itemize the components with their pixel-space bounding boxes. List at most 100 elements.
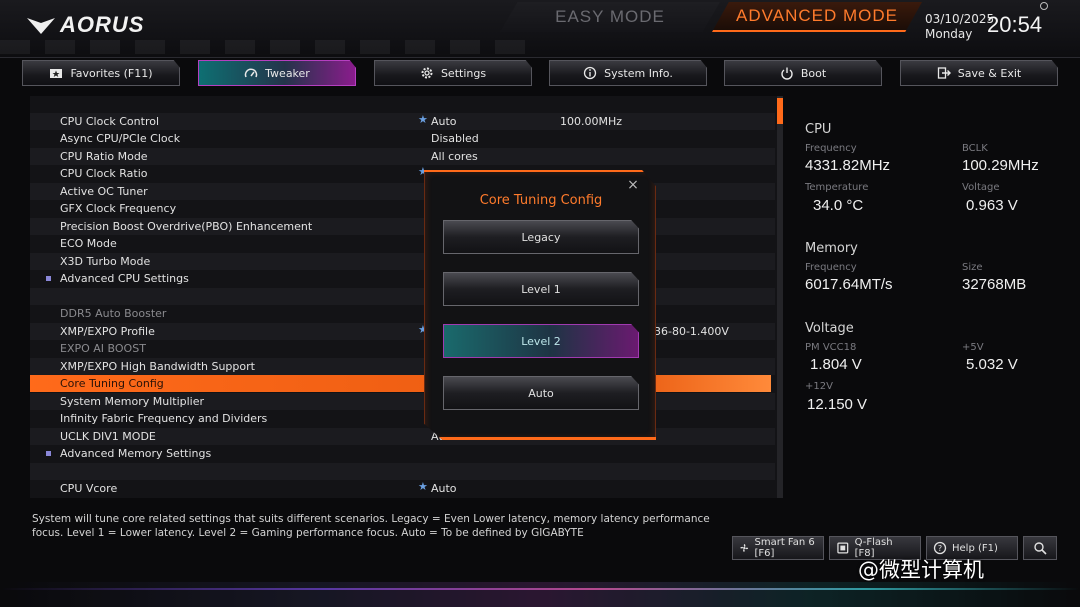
setting-label: ECO Mode	[60, 237, 117, 250]
setting-value[interactable]: All cores	[431, 150, 478, 163]
setting-row-gfx-clock[interactable]: GFX Clock Frequency	[30, 200, 775, 217]
setting-row-xmp-profile[interactable]: XMP/EXPO Profile ★ 36-80-1.400V	[30, 323, 775, 340]
favorite-star-icon[interactable]: ★	[418, 113, 428, 126]
setting-label: Advanced CPU Settings	[46, 272, 189, 285]
cpu-frequency-value: 4331.82MHz	[805, 157, 891, 174]
setting-row-active-oc-tuner[interactable]: Active OC Tuner	[30, 183, 775, 200]
tab-system-info[interactable]: System Info.	[549, 60, 707, 86]
help-label: Help (F1)	[952, 542, 998, 554]
weekday-text: Monday	[925, 27, 973, 41]
option-legacy[interactable]: Legacy	[443, 220, 639, 254]
5v-value: 5.032 V	[966, 356, 1018, 373]
settings-panel: CPU Clock Control ★ Auto 100.00MHz Async…	[30, 96, 780, 498]
setting-row-ddr5-booster[interactable]: DDR5 Auto Booster	[30, 305, 775, 322]
tab-label: Tweaker	[265, 66, 310, 80]
12v-value: 12.150 V	[807, 396, 868, 413]
setting-label: Core Tuning Config	[60, 377, 164, 390]
date-text: 03/10/2025	[925, 12, 995, 26]
setting-value-2: 100.00MHz	[560, 115, 623, 128]
setting-label: Async CPU/PCIe Clock	[60, 132, 181, 145]
tab-label: Save & Exit	[957, 66, 1022, 80]
setting-label: EXPO AI BOOST	[60, 342, 146, 355]
smart-fan-label: Smart Fan 6 [F6]	[754, 537, 815, 559]
setting-row-cpu-vcore[interactable]: CPU Vcore ★ Auto	[30, 480, 775, 497]
advanced-mode-button[interactable]: ADVANCED MODE	[712, 2, 922, 32]
tab-settings[interactable]: Settings	[374, 60, 532, 86]
setting-label: Precision Boost Overdrive(PBO) Enhanceme…	[60, 220, 313, 233]
close-icon[interactable]: ×	[625, 177, 641, 193]
cpu-voltage-value: 0.963 V	[966, 197, 1018, 214]
setting-row-xmp-bandwidth[interactable]: XMP/EXPO High Bandwidth Support	[30, 358, 775, 375]
setting-label: Active OC Tuner	[60, 185, 148, 198]
easy-mode-button[interactable]: EASY MODE	[500, 2, 720, 32]
setting-label: CPU Vcore	[60, 482, 118, 495]
tab-boot[interactable]: Boot	[724, 60, 882, 86]
voltage-section-title: Voltage	[805, 321, 854, 336]
setting-row-cpu-clock-ratio[interactable]: CPU Clock Ratio ★	[30, 165, 775, 182]
memory-size-value: 32768MB	[962, 276, 1027, 293]
setting-row-cpu-ratio-mode[interactable]: CPU Ratio Mode All cores	[30, 148, 775, 165]
watermark-text: @微型计算机	[858, 558, 984, 582]
favorite-star-icon[interactable]: ★	[418, 480, 428, 493]
cpu-frequency-label: Frequency	[805, 143, 857, 154]
help-description: System will tune core related settings t…	[32, 513, 710, 539]
folder-star-icon	[50, 69, 63, 78]
5v-label: +5V	[962, 342, 984, 353]
bclk-label: BCLK	[962, 143, 988, 154]
setting-row-core-tuning-config[interactable]: Core Tuning Config	[30, 375, 771, 392]
logo-text: AORUS	[60, 12, 145, 37]
header-decoration	[0, 40, 540, 54]
tab-label: Settings	[440, 66, 487, 80]
option-level-1[interactable]: Level 1	[443, 272, 639, 306]
cpu-section-title: CPU	[805, 122, 832, 137]
gear-icon	[421, 67, 433, 79]
setting-row-advanced-memory[interactable]: Advanced Memory Settings	[30, 445, 775, 462]
setting-row-cpu-clock-control[interactable]: CPU Clock Control ★ Auto 100.00MHz	[30, 113, 775, 130]
search-icon	[1034, 542, 1047, 555]
clock-time: 20:54	[987, 12, 1043, 37]
setting-row-uclk-div1[interactable]: UCLK DIV1 MODE Auto	[30, 428, 775, 445]
search-button[interactable]	[1023, 536, 1057, 560]
aorus-eagle-icon	[27, 18, 55, 34]
option-auto[interactable]: Auto	[443, 376, 639, 410]
setting-value[interactable]: Disabled	[431, 132, 479, 145]
tab-tweaker[interactable]: Tweaker	[198, 60, 356, 86]
fan-icon	[740, 544, 749, 552]
status-indicator	[1040, 2, 1048, 10]
setting-label: System Memory Multiplier	[60, 395, 205, 408]
setting-row-memory-multiplier[interactable]: System Memory Multiplier	[30, 393, 775, 410]
tab-save-exit[interactable]: Save & Exit	[900, 60, 1058, 86]
setting-label: CPU Clock Control	[60, 115, 160, 128]
setting-row-async-clock[interactable]: Async CPU/PCIe Clock Disabled	[30, 130, 775, 147]
setting-row-eco-mode[interactable]: ECO Mode	[30, 235, 775, 252]
setting-label: Advanced Memory Settings	[45, 447, 212, 460]
setting-value[interactable]: 36-80-1.400V	[654, 325, 729, 338]
setting-row-infinity-fabric[interactable]: Infinity Fabric Frequency and Dividers	[30, 410, 775, 427]
setting-label: CPU Clock Ratio	[60, 167, 148, 180]
setting-row-advanced-cpu[interactable]: Advanced CPU Settings	[30, 270, 775, 287]
setting-row-spacer	[30, 463, 775, 480]
setting-row-expo-ai-boost[interactable]: EXPO AI BOOST	[30, 340, 775, 357]
tab-favorites[interactable]: Favorites (F11)	[22, 60, 180, 86]
smart-fan-button[interactable]: Smart Fan 6 [F6]	[732, 536, 824, 560]
option-level-2[interactable]: Level 2	[443, 324, 639, 358]
setting-row-pbo[interactable]: Precision Boost Overdrive(PBO) Enhanceme…	[30, 218, 775, 235]
memory-section-title: Memory	[805, 241, 858, 256]
aorus-logo: AORUS	[26, 12, 144, 38]
pm-vcc18-label: PM VCC18	[805, 342, 857, 353]
setting-value[interactable]: Auto	[431, 482, 457, 495]
speedometer-icon	[244, 68, 258, 78]
scrollbar-thumb[interactable]	[777, 98, 783, 124]
settings-scrollbar[interactable]	[777, 96, 783, 498]
cpu-temperature-value: 34.0 °C	[813, 197, 864, 214]
bottom-decoration	[0, 582, 1080, 607]
setting-label: X3D Turbo Mode	[60, 255, 151, 268]
setting-label: UCLK DIV1 MODE	[60, 430, 156, 443]
setting-value[interactable]: Auto	[431, 115, 457, 128]
memory-size-label: Size	[962, 262, 983, 273]
setting-row-x3d-turbo[interactable]: X3D Turbo Mode	[30, 253, 775, 270]
setting-label: GFX Clock Frequency	[60, 202, 177, 215]
cpu-voltage-label: Voltage	[962, 182, 1000, 193]
exit-icon	[937, 67, 951, 79]
help-icon: ?	[933, 541, 947, 555]
